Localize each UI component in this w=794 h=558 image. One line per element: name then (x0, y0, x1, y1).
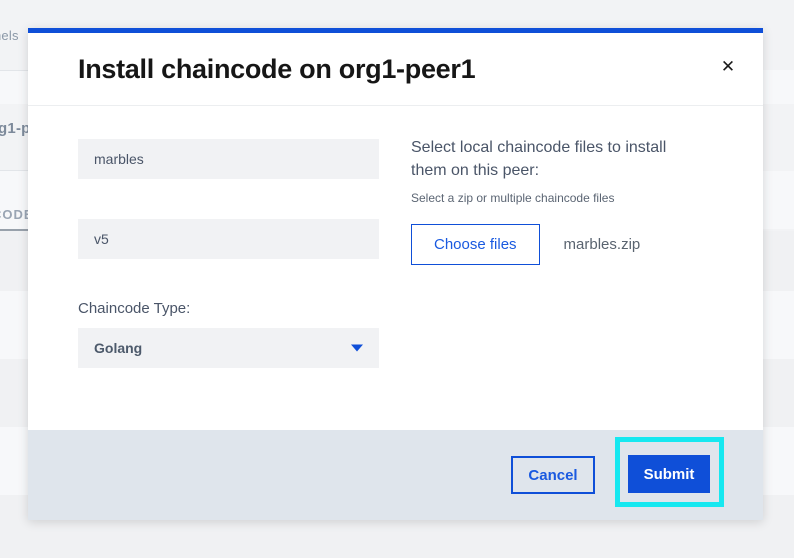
form-left-column: Chaincode Type: Golang (78, 139, 379, 368)
selected-file-name: marbles.zip (563, 236, 641, 254)
bg-text-peer: rg1-p (0, 120, 31, 137)
bg-divider (0, 70, 28, 71)
choose-files-button[interactable]: Choose files (411, 224, 540, 266)
chaincode-version-input[interactable] (78, 219, 379, 259)
modal-header: Install chaincode on org1-peer1 ✕ (28, 33, 763, 106)
cancel-button[interactable]: Cancel (511, 456, 595, 494)
bg-text-channels: nels (0, 28, 19, 43)
file-upload-subtext: Select a zip or multiple chaincode files (411, 191, 615, 206)
page-title: Install chaincode on org1-peer1 (78, 53, 476, 84)
modal-footer: Cancel Submit (28, 430, 763, 520)
chaincode-type-select-wrapper: Golang (78, 328, 379, 368)
submit-button[interactable]: Submit (628, 455, 710, 493)
file-upload-column: Select local chaincode files to install … (411, 136, 711, 266)
chaincode-type-select[interactable]: Golang (78, 328, 379, 368)
file-chooser-row: Choose files marbles.zip (411, 224, 711, 266)
install-chaincode-modal: Install chaincode on org1-peer1 ✕ Chainc… (28, 28, 763, 520)
chaincode-type-label: Chaincode Type: (78, 300, 191, 317)
chaincode-name-input[interactable] (78, 139, 379, 179)
file-upload-heading: Select local chaincode files to install … (411, 139, 667, 180)
close-icon[interactable]: ✕ (715, 53, 741, 79)
modal-body: Chaincode Type: Golang Select local chai… (28, 106, 763, 430)
